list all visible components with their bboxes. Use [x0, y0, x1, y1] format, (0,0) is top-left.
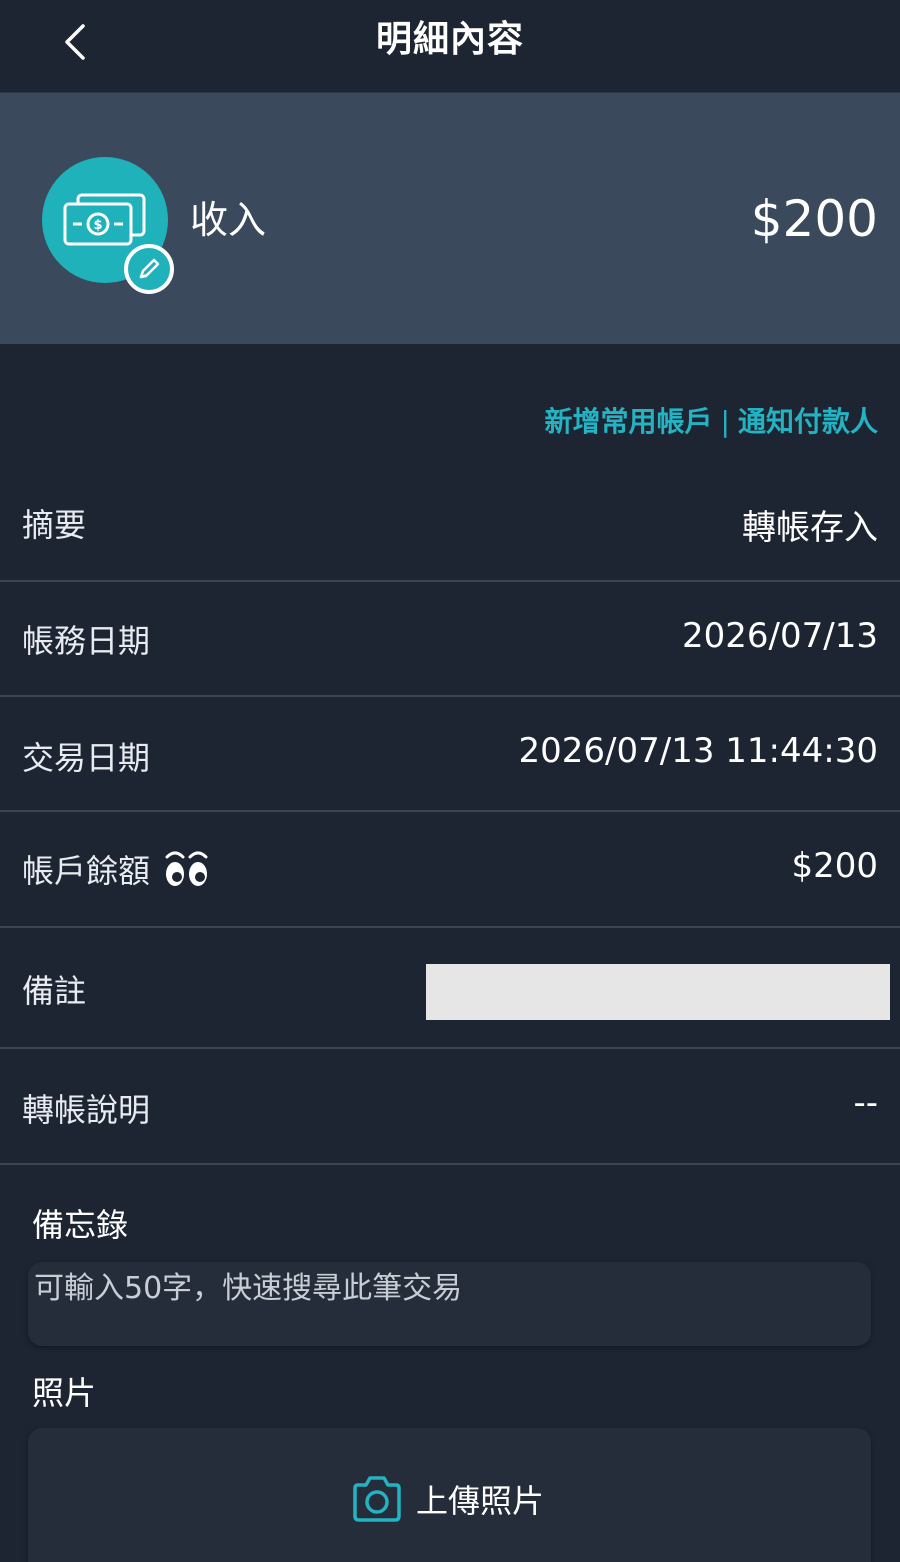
row-label: 備註 [22, 972, 87, 1010]
eyes-icon [165, 851, 208, 886]
camera-icon [353, 1476, 401, 1522]
row-value: -- [853, 1083, 878, 1123]
edit-category-button[interactable] [124, 244, 174, 294]
link-separator: | [720, 405, 730, 438]
remark-value-box [426, 964, 890, 1020]
upload-photo-button[interactable]: 上傳照片 [28, 1428, 871, 1562]
detail-row-transfer-note: 轉帳說明 -- [0, 1049, 900, 1165]
svg-text:$: $ [93, 218, 102, 233]
page-title: 明細內容 [375, 19, 524, 60]
toggle-balance-visibility-button[interactable] [164, 849, 210, 889]
row-value: 2026/07/13 [682, 616, 878, 656]
row-label: 交易日期 [22, 739, 151, 777]
detail-row-balance: 帳戶餘額 $200 [0, 812, 900, 928]
notify-payer-link[interactable]: 通知付款人 [738, 405, 878, 438]
row-value: $200 [791, 846, 878, 886]
transaction-amount: $200 [750, 190, 878, 248]
upload-photo-label: 上傳照片 [416, 1482, 545, 1520]
quick-links: 新增常用帳戶 | 通知付款人 [545, 400, 878, 444]
row-label-balance: 帳戶餘額 [22, 846, 210, 892]
row-label: 帳戶餘額 [22, 852, 151, 890]
pencil-icon [139, 258, 160, 279]
row-label: 帳務日期 [22, 622, 151, 660]
row-label: 轉帳說明 [22, 1091, 151, 1129]
detail-row-transaction-date: 交易日期 2026/07/13 11:44:30 [0, 697, 900, 812]
memo-title: 備忘錄 [32, 1206, 129, 1244]
memo-input[interactable] [34, 1266, 854, 1310]
category-label: 收入 [190, 198, 267, 242]
row-value: 轉帳存入 [742, 508, 878, 548]
memo-field-container[interactable] [28, 1262, 871, 1346]
row-value: 2026/07/13 11:44:30 [518, 731, 878, 771]
detail-row-summary: 摘要 轉帳存入 [0, 466, 900, 582]
add-frequent-account-link[interactable]: 新增常用帳戶 [545, 405, 713, 438]
detail-row-posting-date: 帳務日期 2026/07/13 [0, 582, 900, 697]
upload-photo-content: 上傳照片 [350, 1474, 544, 1524]
row-label: 摘要 [22, 506, 87, 544]
header-bar: 明細內容 [0, 0, 900, 93]
photo-title: 照片 [32, 1374, 97, 1412]
